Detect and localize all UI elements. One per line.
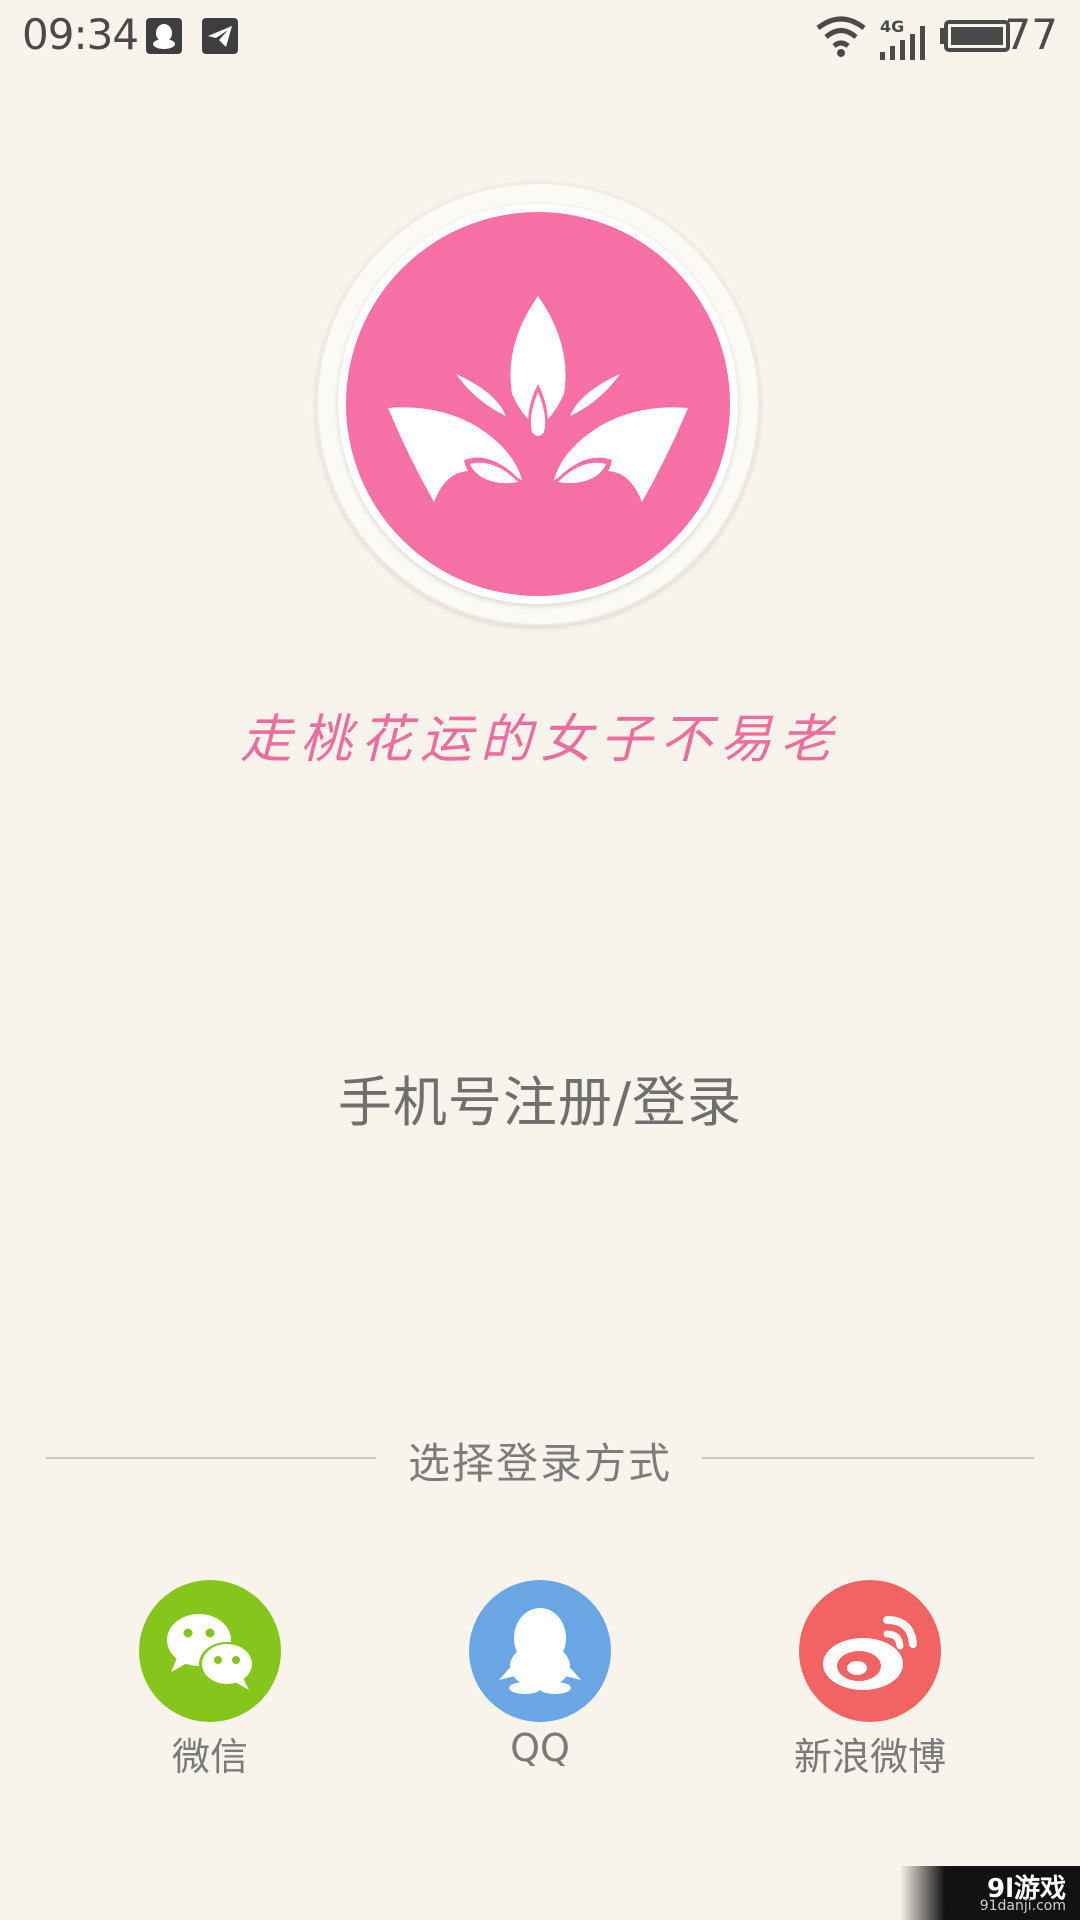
qq-login-button[interactable]: QQ [410, 1580, 670, 1770]
status-bar: 09:34 4G 77 [0, 0, 1080, 80]
wifi-icon [816, 16, 866, 57]
qq-label: QQ [510, 1726, 570, 1770]
phone-register-login-button[interactable]: 手机号注册/登录 [300, 1058, 780, 1137]
weibo-icon [823, 1616, 917, 1690]
telegram-icon [202, 18, 238, 54]
slogan: 走桃花运的女子不易老 [239, 710, 840, 770]
login-method-title: 选择登录方式 [407, 1439, 672, 1488]
logo-disc [346, 212, 730, 596]
wechat-label: 微信 [171, 1735, 248, 1779]
lotus-icon [388, 296, 688, 502]
network-type: 4G [880, 17, 904, 36]
wechat-icon [167, 1614, 255, 1690]
battery-level: 77 [1004, 10, 1058, 59]
weibo-login-button[interactable]: 新浪微博 [740, 1580, 1000, 1781]
status-time: 09:34 [22, 10, 139, 59]
site-watermark: 9l游戏 91danji.com [900, 1866, 1080, 1920]
watermark-sub: 91danji.com [979, 1898, 1066, 1914]
qq-icon [499, 1608, 581, 1694]
qq-notification-icon [146, 18, 182, 54]
app-logo [316, 182, 760, 626]
divider-line-right [702, 1457, 1034, 1459]
battery-icon [940, 20, 1010, 52]
login-method-divider: 选择登录方式 [0, 1430, 1080, 1488]
wechat-login-button[interactable]: 微信 [80, 1580, 340, 1781]
weibo-label: 新浪微博 [793, 1735, 946, 1779]
